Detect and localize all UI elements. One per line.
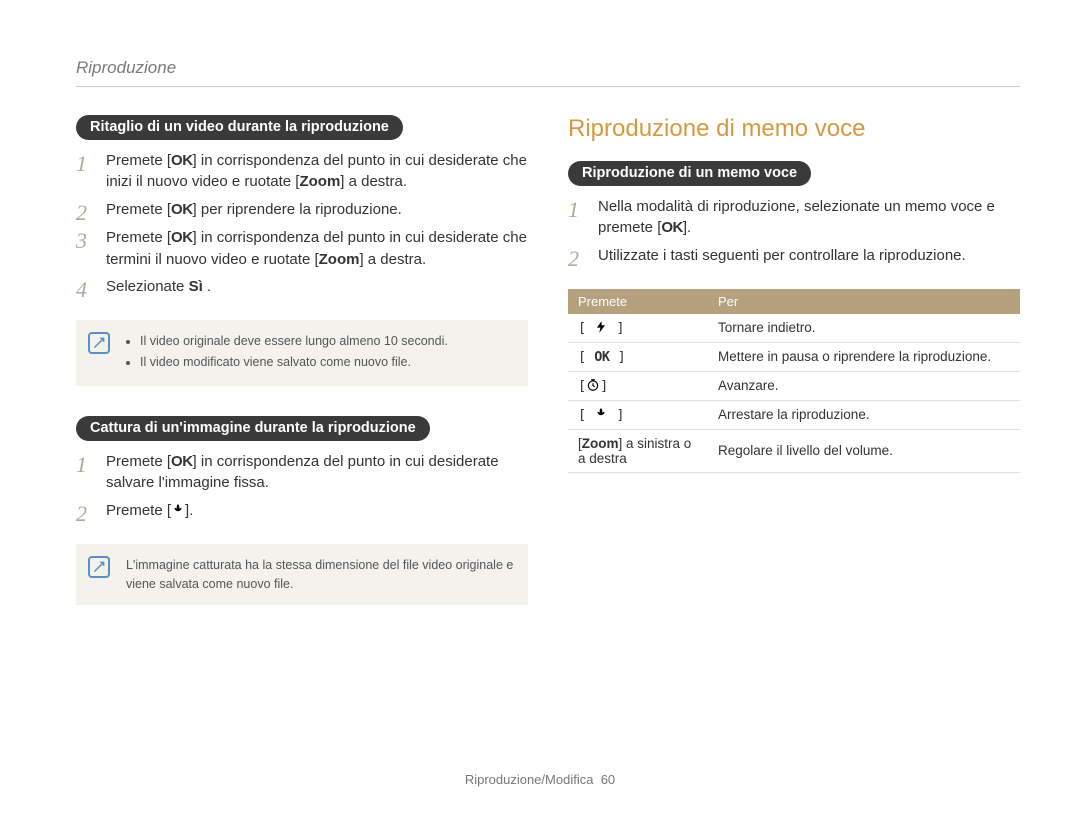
note-icon: [88, 332, 110, 354]
table-row: [] Avanzare.: [568, 371, 1020, 400]
key-flash: [ ]: [568, 314, 708, 343]
th-press: Premete: [568, 289, 708, 314]
memo-step-1: Nella modalità di riproduzione, selezion…: [568, 196, 1020, 240]
right-column: Riproduzione di memo voce Riproduzione d…: [568, 115, 1020, 636]
key-timer: []: [568, 371, 708, 400]
timer-icon: [586, 378, 600, 392]
trim-step-3: Premete [OK] in corrispondenza del punto…: [76, 227, 528, 271]
capture-steps: Premete [OK] in corrispondenza del punto…: [76, 451, 528, 522]
key-zoom: [Zoom] a sinistra o a destra: [568, 429, 708, 472]
note-trim-item-2: Il video modificato viene salvato come n…: [140, 353, 514, 372]
ok-icon: OK: [171, 453, 193, 470]
trim-steps: Premete [OK] in corrispondenza del punto…: [76, 150, 528, 299]
note-trim-item-1: Il video originale deve essere lungo alm…: [140, 332, 514, 351]
ok-icon: OK: [661, 219, 683, 236]
pill-play-memo: Riproduzione di un memo voce: [568, 161, 811, 186]
divider: [76, 86, 1020, 87]
trim-step-1: Premete [OK] in corrispondenza del punto…: [76, 150, 528, 194]
table-row: [ OK ] Mettere in pausa o riprendere la …: [568, 342, 1020, 371]
key-ok: [ OK ]: [568, 342, 708, 371]
macro-icon: [171, 501, 185, 519]
ok-icon: OK: [171, 201, 193, 218]
controls-table: Premete Per [ ] Tornare indietro. [ OK ]…: [568, 289, 1020, 473]
pill-trim-video: Ritaglio di un video durante la riproduz…: [76, 115, 403, 140]
page-section-title: Riproduzione: [76, 58, 1020, 78]
note-trim: Il video originale deve essere lungo alm…: [76, 320, 528, 386]
ok-icon: OK: [171, 152, 193, 169]
note-icon: [88, 556, 110, 578]
memo-steps: Nella modalità di riproduzione, selezion…: [568, 196, 1020, 267]
memo-step-2: Utilizzate i tasti seguenti per controll…: [568, 245, 1020, 267]
capture-step-2: Premete [].: [76, 500, 528, 522]
left-column: Ritaglio di un video durante la riproduz…: [76, 115, 528, 636]
page-footer: Riproduzione/Modifica 60: [0, 772, 1080, 787]
ok-icon: OK: [594, 349, 609, 365]
note-capture: L'immagine catturata ha la stessa dimens…: [76, 544, 528, 606]
table-row: [Zoom] a sinistra o a destra Regolare il…: [568, 429, 1020, 472]
trim-step-2: Premete [OK] per riprendere la riproduzi…: [76, 199, 528, 221]
th-to: Per: [708, 289, 1020, 314]
capture-step-1: Premete [OK] in corrispondenza del punto…: [76, 451, 528, 495]
pill-capture-image: Cattura di un'immagine durante la riprod…: [76, 416, 430, 441]
macro-icon: [594, 407, 608, 421]
heading-voice-memo: Riproduzione di memo voce: [568, 115, 1020, 143]
key-macro: [ ]: [568, 400, 708, 429]
trim-step-4: Selezionate Sì .: [76, 276, 528, 298]
table-row: [ ] Tornare indietro.: [568, 314, 1020, 343]
table-row: [ ] Arrestare la riproduzione.: [568, 400, 1020, 429]
ok-icon: OK: [171, 229, 193, 246]
flash-icon: [594, 320, 608, 334]
